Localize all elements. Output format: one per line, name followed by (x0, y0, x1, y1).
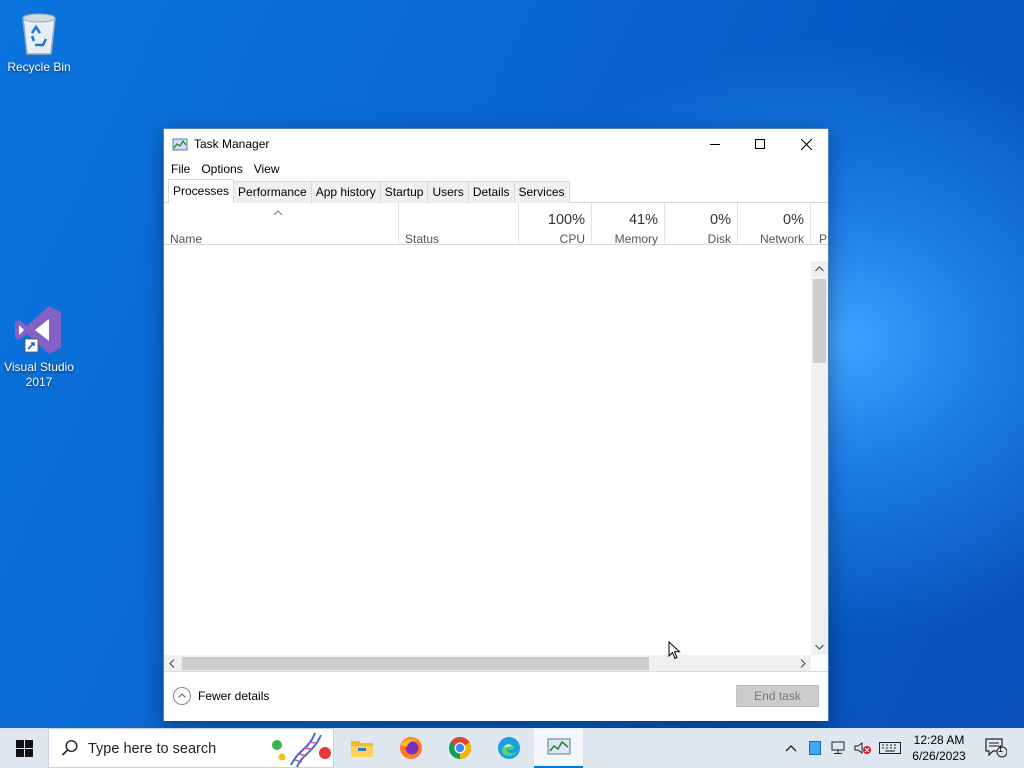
column-status[interactable]: Status (399, 203, 519, 246)
show-hidden-icons[interactable] (780, 728, 802, 768)
chrome-icon (449, 737, 471, 759)
windows-logo-icon (15, 739, 33, 757)
start-button[interactable] (0, 728, 48, 768)
search-icon (61, 739, 78, 756)
title-bar[interactable]: Task Manager (164, 129, 828, 159)
sort-ascending-icon (273, 210, 283, 216)
chevron-up-circle-icon (173, 687, 191, 705)
taskbar: Type here to search 12:28 AM 6/26/2023 1 (0, 728, 1024, 768)
taskbar-firefox[interactable] (387, 728, 435, 768)
tray-volume[interactable] (852, 728, 874, 768)
close-button[interactable] (783, 129, 829, 159)
scroll-right-arrow-icon[interactable] (794, 655, 811, 672)
network-percent: 0% (783, 212, 804, 228)
clock[interactable]: 12:28 AM 6/26/2023 (906, 728, 972, 768)
horizontal-scroll-thumb[interactable] (182, 657, 649, 670)
tab-services[interactable]: Services (513, 181, 570, 203)
network-icon (831, 741, 845, 754)
window-title: Task Manager (194, 137, 270, 151)
column-network[interactable]: 0% Network (738, 203, 811, 246)
tab-users[interactable]: Users (427, 181, 469, 203)
edge-icon (498, 737, 520, 759)
clock-time: 12:28 AM (913, 733, 965, 747)
chevron-up-icon (785, 745, 797, 752)
tray-app-icon[interactable] (804, 728, 826, 768)
memory-percent: 41% (628, 212, 658, 228)
task-manager-app-icon (172, 138, 188, 151)
search-box[interactable]: Type here to search (48, 728, 334, 768)
tab-bar: Processes Performance App history Startu… (164, 179, 828, 203)
menu-file[interactable]: File (168, 159, 196, 179)
mouse-cursor-icon (668, 641, 681, 660)
tab-performance[interactable]: Performance (233, 181, 312, 203)
tab-app-history[interactable]: App history (310, 181, 381, 203)
scroll-down-arrow-icon[interactable] (811, 638, 828, 655)
cpu-percent: 100% (547, 212, 585, 228)
recycle-bin-icon (22, 13, 56, 55)
desktop-icon-recycle-bin[interactable]: Recycle Bin (1, 8, 77, 75)
tab-details[interactable]: Details (467, 181, 515, 203)
menu-options[interactable]: Options (198, 159, 248, 179)
notification-count: 1 (998, 744, 1004, 754)
disk-percent: 0% (710, 212, 731, 228)
visual-studio-label: Visual Studio 2017 (4, 360, 74, 389)
minimize-button[interactable] (692, 129, 738, 159)
dna-search-highlight-icon (272, 732, 331, 768)
column-memory-label: Memory (614, 232, 658, 246)
desktop-icon-visual-studio[interactable]: Visual Studio 2017 (1, 304, 77, 390)
taskbar-chrome[interactable] (436, 728, 484, 768)
column-memory[interactable]: 41% Memory (592, 203, 665, 246)
task-manager-window: Task Manager File Options View Processes… (163, 128, 829, 721)
task-manager-taskbar-icon (547, 738, 570, 755)
tab-startup[interactable]: Startup (379, 181, 429, 203)
taskbar-file-explorer[interactable] (338, 728, 386, 768)
volume-muted-icon (854, 742, 871, 754)
menu-bar: File Options View (164, 159, 828, 179)
action-center-button[interactable]: 1 (976, 728, 1016, 768)
maximize-icon (755, 139, 765, 149)
tray-app-blue-square-icon (809, 741, 821, 755)
process-list (164, 261, 828, 672)
horizontal-scrollbar[interactable] (164, 655, 811, 672)
column-name-label: Name (170, 232, 203, 246)
column-cpu[interactable]: 100% CPU (519, 203, 592, 246)
column-disk[interactable]: 0% Disk (665, 203, 738, 246)
process-table-header: Name Status 100% CPU 41% Memory 0% Disk … (164, 203, 828, 246)
keyboard-icon (879, 742, 901, 754)
fewer-details-label: Fewer details (198, 689, 270, 703)
clock-date: 6/26/2023 (912, 749, 966, 763)
column-cpu-label: CPU (559, 232, 585, 246)
taskbar-edge[interactable] (485, 728, 533, 768)
minimize-icon (710, 144, 720, 145)
column-status-label: Status (405, 232, 440, 246)
taskbar-task-manager[interactable] (534, 728, 583, 768)
firefox-icon (400, 737, 422, 759)
file-explorer-icon (351, 741, 373, 757)
tray-keyboard[interactable] (876, 728, 904, 768)
column-power-label: P (819, 232, 828, 245)
notification-icon (985, 738, 1007, 758)
recycle-bin-label: Recycle Bin (7, 60, 71, 74)
column-power[interactable]: P (811, 203, 828, 245)
column-name[interactable]: Name (164, 203, 399, 246)
column-network-label: Network (759, 232, 804, 246)
fewer-details-toggle[interactable]: Fewer details (172, 686, 269, 706)
vertical-scroll-thumb[interactable] (813, 279, 826, 363)
tray-network[interactable] (828, 728, 850, 768)
scroll-left-arrow-icon[interactable] (164, 655, 181, 672)
end-task-button[interactable]: End task (736, 685, 819, 707)
column-disk-label: Disk (707, 232, 731, 246)
tab-processes[interactable]: Processes (168, 179, 235, 203)
visual-studio-icon (15, 306, 61, 354)
vertical-scrollbar[interactable] (811, 261, 828, 655)
scroll-up-arrow-icon[interactable] (811, 261, 828, 278)
menu-view[interactable]: View (251, 159, 286, 179)
footer-bar: Fewer details End task (164, 671, 828, 721)
maximize-button[interactable] (737, 129, 783, 159)
search-placeholder: Type here to search (88, 741, 217, 757)
close-icon (800, 138, 812, 150)
